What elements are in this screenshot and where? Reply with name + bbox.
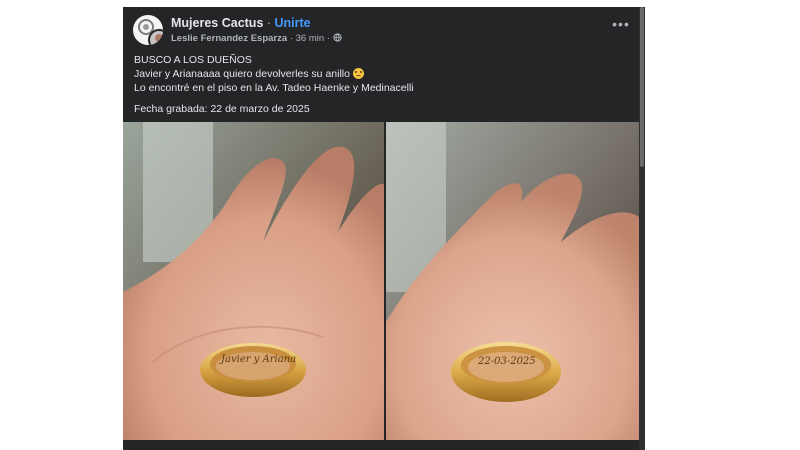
- author-avatar[interactable]: [148, 29, 163, 45]
- more-options-icon[interactable]: •••: [611, 17, 631, 33]
- post-time-link[interactable]: 36 min: [296, 33, 325, 44]
- post-line-3: Lo encontré en el piso en la Av. Tadeo H…: [134, 82, 414, 94]
- scrollbar-thumb[interactable]: [640, 7, 644, 167]
- post-meta: Leslie Fernandez Esparza · 36 min ·: [171, 33, 342, 45]
- join-group-button[interactable]: Unirte: [275, 16, 311, 30]
- separator-dot: ·: [263, 16, 275, 30]
- photo-ring-right[interactable]: 22-03-2025: [386, 122, 639, 440]
- scrollbar[interactable]: [639, 7, 645, 450]
- post-body: BUSCO A LOS DUEÑOS Javier y Arianaaaa qu…: [134, 53, 631, 116]
- group-name-link[interactable]: Mujeres Cactus: [171, 16, 263, 30]
- globe-icon[interactable]: [332, 33, 342, 45]
- post-line-1: BUSCO A LOS DUEÑOS: [134, 54, 252, 66]
- ring-engraving-right: 22-03-2025: [477, 356, 536, 367]
- ring-engraving-left: Javier y Ariana: [219, 354, 296, 365]
- post-date-line: Fecha grabada: 22 de marzo de 2025: [134, 103, 310, 115]
- post-card: Mujeres Cactus · Unirte Leslie Fernandez…: [123, 7, 645, 450]
- post-header: Mujeres Cactus · Unirte Leslie Fernandez…: [133, 15, 631, 51]
- photo-grid: Javier y Ariana 22-03-2025: [123, 122, 639, 440]
- post-line-2-wrap: Javier y Arianaaaa quiero devolverles su…: [134, 67, 631, 81]
- group-avatar[interactable]: [133, 15, 163, 45]
- group-line: Mujeres Cactus · Unirte: [171, 16, 311, 30]
- pleading-face-emoji-icon: [352, 68, 364, 79]
- post-line-2: Javier y Arianaaaa quiero devolverles su…: [134, 68, 350, 80]
- photo-ring-left[interactable]: Javier y Ariana: [123, 122, 384, 440]
- author-name-link[interactable]: Leslie Fernandez Esparza: [171, 33, 287, 44]
